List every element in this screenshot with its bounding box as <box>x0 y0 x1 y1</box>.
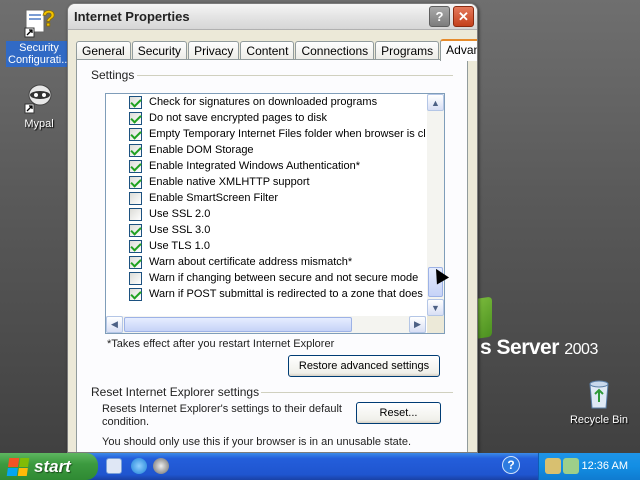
setting-row[interactable]: Enable SmartScreen Filter <box>106 190 426 206</box>
tab-general[interactable]: General <box>76 41 131 60</box>
desktop-icon-security-configuration[interactable]: ? Security Configurati... <box>6 4 72 67</box>
horizontal-scroll-thumb[interactable] <box>124 317 352 332</box>
setting-row[interactable]: Use TLS 1.0 <box>106 238 426 254</box>
tray-network-icon[interactable] <box>563 458 579 474</box>
setting-label: Warn about certificate address mismatch* <box>149 256 353 268</box>
tab-privacy[interactable]: Privacy <box>188 41 240 60</box>
recycle-bin-icon <box>582 376 616 410</box>
checkbox[interactable] <box>129 191 142 205</box>
setting-label: Enable native XMLHTTP support <box>149 176 310 188</box>
setting-row[interactable]: Enable Integrated Windows Authentication… <box>106 158 426 174</box>
window-title: Internet Properties <box>74 9 190 24</box>
setting-label: Enable SmartScreen Filter <box>149 192 278 204</box>
setting-row[interactable]: Empty Temporary Internet Files folder wh… <box>106 126 426 142</box>
checkbox[interactable] <box>129 239 142 253</box>
quick-launch-desktop-icon[interactable] <box>106 458 122 474</box>
restart-note: *Takes effect after you restart Internet… <box>107 338 335 350</box>
reset-description: Resets Internet Explorer's settings to t… <box>102 403 342 428</box>
setting-row[interactable]: Check for signatures on downloaded progr… <box>106 94 426 110</box>
setting-row[interactable]: Warn if POST submittal is redirected to … <box>106 286 426 302</box>
windows-server-brand: s Server 2003 <box>472 296 598 360</box>
checkbox[interactable] <box>129 271 142 285</box>
setting-row[interactable]: Do not save encrypted pages to disk <box>106 110 426 126</box>
quick-launch-mypal-icon[interactable] <box>153 458 169 474</box>
desktop-icon-label: Mypal <box>24 118 54 130</box>
setting-row[interactable]: Enable native XMLHTTP support <box>106 174 426 190</box>
desktop-icon-label: Recycle Bin <box>569 414 629 426</box>
quick-launch-internet-explorer-icon[interactable] <box>131 458 147 474</box>
reset-button[interactable]: Reset... <box>356 402 441 424</box>
desktop-icon-recycle-bin[interactable]: Recycle Bin <box>566 376 632 427</box>
settings-group-label: Settings <box>89 68 137 82</box>
checkbox[interactable] <box>129 95 142 109</box>
checkbox[interactable] <box>129 159 142 173</box>
scroll-down-button[interactable]: ▼ <box>427 299 444 316</box>
tab-programs[interactable]: Programs <box>375 41 440 60</box>
start-button[interactable]: start <box>0 453 98 480</box>
setting-row[interactable]: Warn if changing between secure and not … <box>106 270 426 286</box>
taskbar: start 12:36 AM <box>0 453 640 480</box>
tab-security[interactable]: Security <box>131 41 188 60</box>
tab-advanced[interactable]: Advanced <box>440 39 477 61</box>
checkbox[interactable] <box>129 127 142 141</box>
tray-user-icon[interactable] <box>545 458 561 474</box>
scroll-up-button[interactable]: ▲ <box>427 94 444 111</box>
help-button[interactable]: ? <box>429 6 450 27</box>
brand-version: 2003 <box>564 341 598 358</box>
setting-label: Warn if POST submittal is redirected to … <box>149 288 426 300</box>
checkbox[interactable] <box>129 207 142 221</box>
settings-list[interactable]: Check for signatures on downloaded progr… <box>105 93 445 334</box>
security-configuration-icon: ? <box>22 4 56 38</box>
horizontal-scrollbar[interactable]: ◀ ▶ <box>106 316 426 333</box>
windows-flag-icon <box>6 457 30 476</box>
close-button[interactable]: ✕ <box>453 6 474 27</box>
desktop-icon-mypal[interactable]: Mypal <box>6 80 72 131</box>
setting-label: Check for signatures on downloaded progr… <box>149 96 378 108</box>
setting-label: Use SSL 2.0 <box>149 208 211 220</box>
setting-label: Use SSL 3.0 <box>149 224 211 236</box>
setting-label: Use TLS 1.0 <box>149 240 210 252</box>
clock[interactable]: 12:36 AM <box>582 460 628 472</box>
checkbox[interactable] <box>129 111 142 125</box>
setting-row[interactable]: Enable DOM Storage <box>106 142 426 158</box>
setting-label: Do not save encrypted pages to disk <box>149 112 327 124</box>
setting-label: Enable DOM Storage <box>149 144 254 156</box>
setting-row[interactable]: Warn about certificate address mismatch* <box>106 254 426 270</box>
checkbox[interactable] <box>129 287 142 301</box>
reset-warning: You should only use this if your browser… <box>102 436 411 448</box>
restore-advanced-settings-button[interactable]: Restore advanced settings <box>288 355 440 377</box>
svg-text:?: ? <box>42 6 55 31</box>
scrollbar-corner <box>427 316 444 333</box>
desktop-icon-label: Security Configurati... <box>6 41 72 67</box>
system-tray: 12:36 AM <box>538 453 640 480</box>
checkbox[interactable] <box>129 223 142 237</box>
checkbox[interactable] <box>129 255 142 269</box>
advanced-tab-panel: Settings Check for signatures on downloa… <box>76 59 468 452</box>
settings-group-line <box>137 75 453 76</box>
brand-text: s Server <box>480 336 559 359</box>
reset-group-label: Reset Internet Explorer settings <box>89 385 262 399</box>
scroll-right-button[interactable]: ▶ <box>409 316 426 333</box>
tray-help-icon[interactable]: ? <box>502 456 520 474</box>
mypal-icon <box>22 80 56 114</box>
checkbox[interactable] <box>129 143 142 157</box>
start-label: start <box>34 456 71 476</box>
settings-list-rows: Check for signatures on downloaded progr… <box>106 94 426 316</box>
internet-properties-dialog: Internet Properties ? ✕ General Security… <box>67 3 478 453</box>
setting-row[interactable]: Use SSL 3.0 <box>106 222 426 238</box>
tab-strip: General Security Privacy Content Connect… <box>76 38 477 61</box>
tab-content[interactable]: Content <box>240 41 295 60</box>
scroll-left-button[interactable]: ◀ <box>106 316 123 333</box>
checkbox[interactable] <box>129 175 142 189</box>
setting-label: Enable Integrated Windows Authentication… <box>149 160 360 172</box>
setting-label: Empty Temporary Internet Files folder wh… <box>149 128 426 140</box>
title-bar[interactable]: Internet Properties ? ✕ <box>68 4 477 30</box>
setting-label: Warn if changing between secure and not … <box>149 272 419 284</box>
tab-connections[interactable]: Connections <box>295 41 375 60</box>
reset-group-line <box>249 392 453 393</box>
setting-row[interactable]: Use SSL 2.0 <box>106 206 426 222</box>
